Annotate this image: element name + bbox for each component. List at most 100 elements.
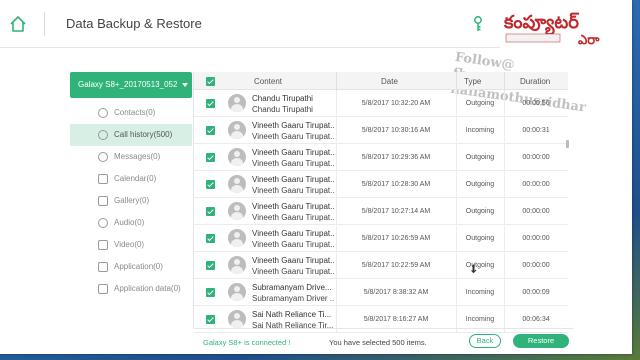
row-checkbox[interactable]	[206, 153, 215, 162]
call-date: 5/8/2017 10:28:30 AM	[361, 181, 431, 188]
sidebar-item-calendar[interactable]: Calendar(0)	[70, 168, 192, 190]
header-content[interactable]: Content	[254, 77, 282, 86]
computer-era-logo: కంప్యూటర్ ఎరా	[500, 4, 632, 48]
table-row[interactable]: Chandu Tirupathi Chandu Tirupathi 5/8/2017…	[194, 90, 568, 117]
connection-status: Galaxy S8+ is connected !	[203, 338, 291, 347]
call-type: Outgoing	[465, 100, 495, 107]
call-type: Incoming	[465, 316, 495, 323]
call-duration: 00:00:09	[522, 289, 550, 296]
row-checkbox[interactable]	[206, 180, 215, 189]
call-duration: 00:00:00	[522, 208, 550, 215]
row-checkbox[interactable]	[206, 234, 215, 243]
clock-icon	[98, 130, 108, 140]
table-row[interactable]: Vineeth Gaaru Tirupat... Vineeth Gaaru Ti…	[194, 144, 568, 171]
avatar-icon	[228, 94, 246, 112]
row-checkbox[interactable]	[206, 126, 215, 135]
sidebar-item-label: Calendar(0)	[114, 174, 157, 183]
row-checkbox[interactable]	[206, 207, 215, 216]
sidebar-item-call-history[interactable]: Call history(500)	[70, 124, 192, 146]
call-date: 5/8/2017 10:26:59 AM	[361, 235, 431, 242]
application-icon	[98, 262, 108, 272]
video-icon	[98, 240, 108, 250]
call-type: Outgoing	[465, 181, 495, 188]
table-row[interactable]: Vineeth Gaaru Tirupat... Vineeth Gaaru Ti…	[194, 225, 568, 252]
scrollbar-thumb[interactable]	[566, 140, 569, 148]
sidebar-item-messages[interactable]: Messages(0)	[70, 146, 192, 168]
sidebar-item-contacts[interactable]: Contacts(0)	[70, 102, 192, 124]
restore-button[interactable]: Restore	[513, 334, 569, 348]
contact-number: Subramanyam Driver ...	[252, 294, 334, 303]
table-row[interactable]: Vineeth Gaaru Tirupat... Vineeth Gaaru Ti…	[194, 117, 568, 144]
chevron-down-icon	[182, 83, 188, 87]
sidebar-item-label: Gallery(0)	[114, 196, 150, 205]
contact-name: Vineeth Gaaru Tirupat...	[252, 121, 334, 130]
call-duration: 00:00:00	[522, 154, 550, 161]
call-date: 5/8/2017 10:27:14 AM	[361, 208, 431, 215]
table-row[interactable]: Vineeth Gaaru Tirupat... Vineeth Gaaru Ti…	[194, 252, 568, 279]
call-date: 5/8/2017 8:38:32 AM	[363, 289, 429, 296]
home-icon[interactable]	[8, 14, 28, 34]
avatar-icon	[228, 310, 246, 328]
application-data-icon	[98, 284, 108, 294]
table-header: Content Date Type Duration	[194, 72, 568, 90]
avatar-icon	[228, 283, 246, 301]
call-type: Outgoing	[465, 235, 495, 242]
contact-name: Vineeth Gaaru Tirupat...	[252, 202, 334, 211]
call-type: Incoming	[465, 127, 495, 134]
svg-text:కంప్యూటర్: కంప్యూటర్	[503, 12, 579, 36]
key-icon[interactable]	[470, 15, 486, 33]
device-selector[interactable]: Galaxy S8+_20170513_052	[70, 72, 192, 98]
column-divider	[336, 72, 337, 90]
sidebar-item-gallery[interactable]: Gallery(0)	[70, 190, 192, 212]
footer-bar: Galaxy S8+ is connected ! You have selec…	[193, 328, 573, 354]
header-type[interactable]: Type	[464, 77, 481, 86]
avatar-icon	[228, 148, 246, 166]
contact-name: Sai Nath Reliance Ti...	[252, 310, 332, 319]
sidebar-item-video[interactable]: Video(0)	[70, 234, 192, 256]
contact-name: Vineeth Gaaru Tirupat...	[252, 148, 334, 157]
table-row[interactable]: Subramanyam Drive... Subramanyam Driver .…	[194, 279, 568, 306]
contact-icon	[98, 108, 108, 118]
header-duration[interactable]: Duration	[520, 77, 550, 86]
sidebar-item-label: Video(0)	[114, 240, 145, 249]
sidebar-item-application[interactable]: Application(0)	[70, 256, 192, 278]
contact-number: Vineeth Gaaru Tirupat...	[252, 132, 334, 141]
table-row[interactable]: Vineeth Gaaru Tirupat... Vineeth Gaaru Ti…	[194, 171, 568, 198]
back-button[interactable]: Back	[469, 334, 501, 348]
sidebar-item-application-data[interactable]: Application data(0)	[70, 278, 192, 300]
contact-name: Chandu Tirupathi	[252, 94, 313, 103]
call-date: 5/8/2017 10:30:16 AM	[361, 127, 431, 134]
message-icon	[98, 152, 108, 162]
sidebar-item-label: Application(0)	[114, 262, 163, 271]
audio-icon	[98, 218, 108, 228]
select-all-checkbox[interactable]	[206, 77, 215, 86]
call-date: 5/8/2017 8:16:27 AM	[363, 316, 429, 323]
call-type: Outgoing	[465, 262, 495, 269]
header-date[interactable]: Date	[381, 77, 398, 86]
contact-number: Vineeth Gaaru Tirupat...	[252, 267, 334, 276]
device-name: Galaxy S8+_20170513_052	[78, 80, 178, 89]
gallery-icon	[98, 196, 108, 206]
selection-count: You have selected 500 items.	[329, 338, 427, 347]
call-date: 5/8/2017 10:32:20 AM	[361, 100, 431, 107]
avatar-icon	[228, 229, 246, 247]
row-checkbox[interactable]	[206, 315, 215, 324]
row-checkbox[interactable]	[206, 99, 215, 108]
contact-number: Vineeth Gaaru Tirupat...	[252, 186, 334, 195]
sidebar-item-label: Contacts(0)	[114, 108, 156, 117]
avatar-icon	[228, 121, 246, 139]
row-checkbox[interactable]	[206, 261, 215, 270]
app-window: Data Backup & Restore కంప్యూటర్ ఎరా Foll…	[0, 0, 632, 354]
contact-name: Vineeth Gaaru Tirupat...	[252, 229, 334, 238]
call-duration: 00:00:00	[522, 235, 550, 242]
sidebar-item-audio[interactable]: Audio(0)	[70, 212, 192, 234]
call-date: 5/8/2017 10:22:59 AM	[361, 262, 431, 269]
call-duration: 00:06:34	[522, 316, 550, 323]
table-row[interactable]: Vineeth Gaaru Tirupat... Vineeth Gaaru Ti…	[194, 198, 568, 225]
contact-number: Vineeth Gaaru Tirupat...	[252, 240, 334, 249]
row-checkbox[interactable]	[206, 288, 215, 297]
call-duration: 00:00:00	[522, 181, 550, 188]
title-divider	[44, 12, 45, 36]
contact-number: Chandu Tirupathi	[252, 105, 313, 114]
contact-name: Subramanyam Drive...	[252, 283, 332, 292]
